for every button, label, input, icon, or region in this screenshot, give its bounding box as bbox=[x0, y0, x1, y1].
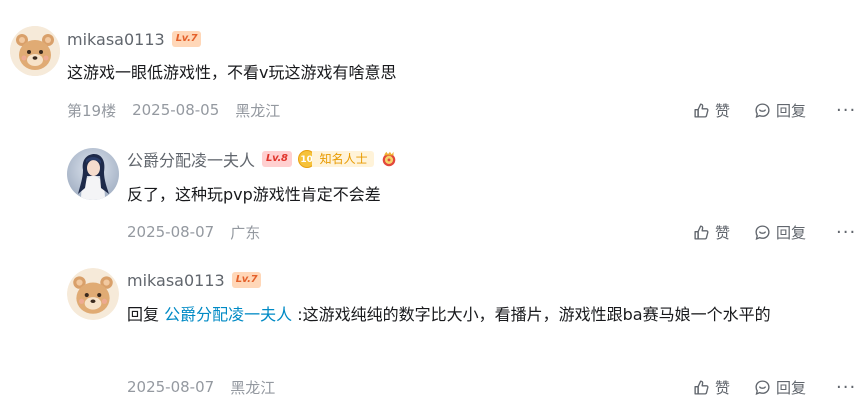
reply-label: 回复 bbox=[776, 378, 807, 397]
like-label: 赞 bbox=[715, 378, 731, 397]
level-badge: Lv.7 bbox=[171, 31, 202, 47]
bear-avatar-icon bbox=[10, 26, 60, 76]
floor-number: 第19楼 bbox=[67, 101, 117, 120]
comment-actions: 赞 回复 ··· bbox=[693, 99, 856, 121]
mention-link[interactable]: 公爵分配凌一夫人 bbox=[164, 305, 292, 324]
thumbs-up-icon bbox=[694, 379, 709, 395]
reply-date: 2025-08-07 bbox=[127, 378, 215, 396]
more-options-icon[interactable]: ··· bbox=[836, 222, 856, 243]
username[interactable]: 公爵分配凌一夫人 bbox=[127, 147, 255, 171]
username[interactable]: mikasa0113 bbox=[67, 30, 165, 49]
reply-header: mikasa0113 Lv.7 bbox=[127, 269, 262, 291]
ip-location: 黑龙江 bbox=[230, 378, 276, 397]
avatar[interactable] bbox=[10, 26, 60, 76]
reply-bubble-icon bbox=[755, 102, 770, 118]
reply-button[interactable]: 回复 bbox=[754, 100, 806, 121]
thumbs-up-icon bbox=[694, 224, 709, 240]
more-options-icon[interactable]: ··· bbox=[836, 377, 856, 398]
reply-content: 回复 公爵分配凌一夫人 :这游戏纯纯的数字比大小，看播片，游戏性跟ba赛马娘一个… bbox=[127, 298, 862, 332]
reply-button[interactable]: 回复 bbox=[754, 222, 806, 243]
avatar[interactable] bbox=[67, 268, 119, 320]
fan-medal[interactable]: 10 知名人士 bbox=[297, 150, 374, 168]
ip-location: 广东 bbox=[230, 223, 261, 242]
level-badge: Lv.7 bbox=[231, 272, 262, 288]
username[interactable]: mikasa0113 bbox=[127, 271, 225, 290]
more-options-icon[interactable]: ··· bbox=[836, 100, 856, 121]
reply-label: 回复 bbox=[776, 223, 807, 242]
reply-date: 2025-08-07 bbox=[127, 223, 215, 241]
reply-bubble-icon bbox=[755, 379, 770, 395]
reply-content: 反了，这种玩pvp游戏性肯定不会差 bbox=[127, 185, 381, 204]
reply-meta: 2025-08-07 黑龙江 bbox=[127, 376, 291, 398]
reply-header: 公爵分配凌一夫人 Lv.8 10 知名人士 bbox=[127, 148, 398, 170]
like-label: 赞 bbox=[715, 101, 731, 120]
thumbs-up-icon bbox=[694, 102, 709, 118]
reply-prefix: 回复 bbox=[127, 305, 160, 324]
comment-date: 2025-08-05 bbox=[132, 101, 220, 119]
like-button[interactable]: 赞 bbox=[693, 100, 730, 121]
decoration-badge-icon bbox=[382, 151, 395, 167]
comment-meta: 第19楼 2025-08-05 黑龙江 bbox=[67, 99, 296, 121]
reply-bubble-icon bbox=[755, 224, 770, 240]
fan-medal-title: 知名人士 bbox=[311, 151, 374, 167]
reply-text: :这游戏纯纯的数字比大小，看播片，游戏性跟ba赛马娘一个水平的 bbox=[297, 305, 771, 324]
reply-label: 回复 bbox=[776, 101, 807, 120]
like-button[interactable]: 赞 bbox=[693, 222, 730, 243]
reply-actions: 赞 回复 ··· bbox=[693, 376, 856, 398]
comment-content: 这游戏一眼低游戏性，不看v玩这游戏有啥意思 bbox=[67, 63, 397, 82]
like-label: 赞 bbox=[715, 223, 731, 242]
bear-avatar-icon bbox=[67, 268, 119, 320]
level-badge: Lv.8 bbox=[262, 151, 292, 167]
ip-location: 黑龙江 bbox=[235, 101, 281, 120]
reply-button[interactable]: 回复 bbox=[754, 377, 806, 398]
comment-header: mikasa0113 Lv.7 bbox=[67, 28, 202, 50]
user-photo-avatar-icon bbox=[67, 148, 119, 200]
reply-meta: 2025-08-07 广东 bbox=[127, 221, 276, 243]
like-button[interactable]: 赞 bbox=[693, 377, 730, 398]
avatar[interactable] bbox=[67, 148, 119, 200]
reply-actions: 赞 回复 ··· bbox=[693, 221, 856, 243]
